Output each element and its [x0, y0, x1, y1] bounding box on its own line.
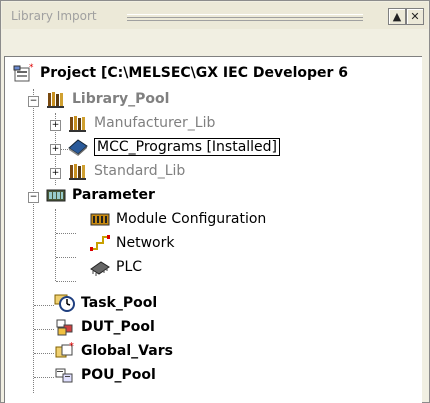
collapse-toggle[interactable]: −	[28, 96, 39, 107]
pou-icon	[54, 365, 76, 385]
tree-line	[56, 233, 76, 234]
panel-titlebar[interactable]: Library Import ▲ ✕	[2, 2, 428, 29]
dut-icon	[54, 317, 76, 337]
tree-line	[56, 257, 76, 258]
tree-label: Project [C:\MELSEC\GX IEC Developer 6	[40, 65, 349, 81]
tree-item-task-pool[interactable]: Task_Pool	[54, 291, 157, 315]
library-icon	[67, 113, 89, 133]
book-icon	[67, 137, 89, 157]
tree-line	[55, 209, 56, 281]
expand-toggle[interactable]: +	[50, 168, 61, 179]
tree-line	[34, 305, 54, 306]
tree-item-library-pool[interactable]: Library_Pool	[45, 87, 169, 111]
module-icon	[89, 209, 111, 229]
library-import-panel: Library Import ▲ ✕ * Project [C:\MELSEC\…	[0, 0, 430, 403]
tree-label: PLC	[116, 259, 143, 275]
tree-item-plc[interactable]: PLC	[89, 255, 142, 279]
tree-item-global-vars[interactable]: * Global_Vars	[54, 339, 173, 363]
tree-item-parameter[interactable]: Parameter	[45, 183, 155, 207]
library-icon	[67, 161, 89, 181]
tree-label: Parameter	[72, 187, 155, 203]
chip-icon	[89, 257, 111, 277]
project-icon: *	[13, 63, 35, 83]
tree-item-module-configuration[interactable]: Module Configuration	[89, 207, 266, 231]
project-tree: * Project [C:\MELSEC\GX IEC Developer 6 …	[4, 56, 422, 403]
tree-label: MCC_Programs [Installed]	[94, 138, 281, 156]
expand-toggle[interactable]: +	[50, 144, 61, 155]
drag-grip[interactable]	[127, 14, 363, 21]
tree-item-standard-lib[interactable]: Standard_Lib	[67, 159, 185, 183]
tree-line	[56, 281, 76, 282]
tree-item-pou-pool[interactable]: POU_Pool	[54, 363, 156, 387]
tree-label: Library_Pool	[72, 91, 170, 107]
tree-label: Module Configuration	[116, 211, 267, 227]
tree-label: Task_Pool	[81, 295, 158, 311]
tree-label: POU_Pool	[81, 367, 156, 383]
tree-item-network[interactable]: Network	[89, 231, 174, 255]
collapse-toggle[interactable]: −	[28, 192, 39, 203]
global-vars-icon: *	[54, 341, 76, 361]
svg-text:*: *	[69, 341, 74, 352]
tree-label: Global_Vars	[81, 343, 173, 359]
tree-label: Manufacturer_Lib	[94, 115, 216, 131]
tree-item-manufacturer-lib[interactable]: Manufacturer_Lib	[67, 111, 215, 135]
library-icon	[45, 89, 67, 109]
parameter-icon	[45, 185, 67, 205]
tree-item-project[interactable]: * Project [C:\MELSEC\GX IEC Developer 6	[13, 61, 348, 85]
tree-item-mcc-programs[interactable]: MCC_Programs [Installed]	[67, 135, 281, 159]
tree-line	[33, 89, 34, 393]
svg-text:*: *	[29, 63, 34, 73]
tree-item-dut-pool[interactable]: DUT_Pool	[54, 315, 155, 339]
network-icon	[89, 233, 111, 253]
tree-label: DUT_Pool	[81, 319, 155, 335]
panel-title: Library Import	[11, 9, 97, 23]
dock-button[interactable]: ▲	[388, 8, 406, 25]
tree-label: Standard_Lib	[94, 163, 186, 179]
tree-line	[34, 329, 54, 330]
close-button[interactable]: ✕	[406, 8, 424, 25]
tree-line	[34, 377, 54, 378]
expand-toggle[interactable]: +	[50, 120, 61, 131]
clock-icon	[54, 293, 76, 313]
tree-label: Network	[116, 235, 175, 251]
tree-line	[34, 353, 54, 354]
